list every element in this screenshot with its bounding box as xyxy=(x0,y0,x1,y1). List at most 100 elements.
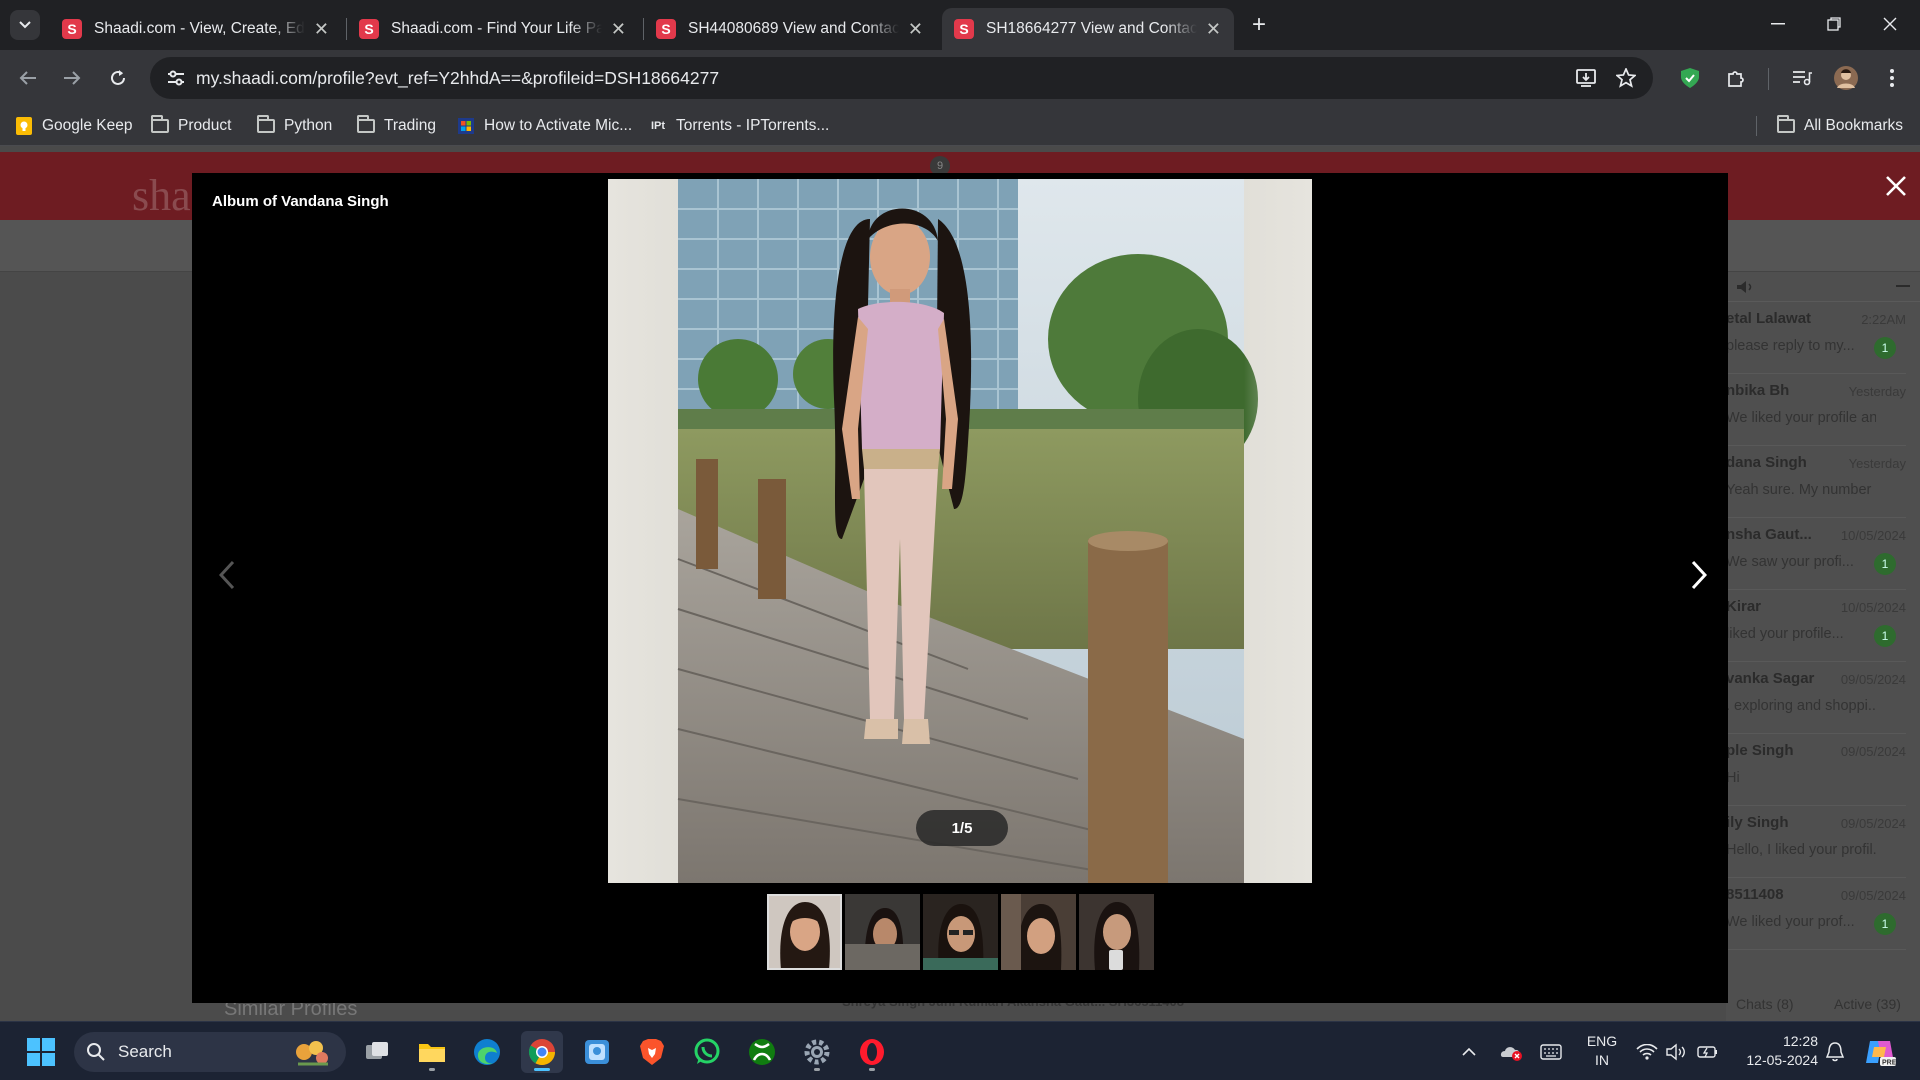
new-tab-button[interactable]: + xyxy=(1244,10,1274,40)
address-bar[interactable]: my.shaadi.com/profile?evt_ref=Y2hhdA==&p… xyxy=(150,57,1653,99)
next-photo-button[interactable] xyxy=(1684,555,1714,595)
speaker-icon[interactable] xyxy=(1736,280,1754,294)
settings-button[interactable] xyxy=(796,1031,838,1073)
bell-icon xyxy=(1826,1041,1844,1061)
chat-timestamp: 10/05/2024 xyxy=(1840,600,1906,615)
chat-list-item[interactable]: 8511408 09/05/2024 We liked your prof... 1 xyxy=(1726,878,1906,950)
bookmark-label: How to Activate Mic... xyxy=(484,117,633,134)
tab-2[interactable]: S SH44080689 View and Contact ✕ xyxy=(644,8,936,50)
back-button[interactable] xyxy=(12,62,44,94)
chat-list-item[interactable]: ple Singh 09/05/2024 Hi xyxy=(1726,734,1906,806)
all-bookmarks-button[interactable]: All Bookmarks xyxy=(1776,114,1903,138)
thumbnail-5[interactable] xyxy=(1079,894,1154,970)
shaadi-favicon-icon: S xyxy=(954,19,974,39)
tab-close-icon[interactable]: ✕ xyxy=(1205,19,1222,40)
edge-button[interactable] xyxy=(466,1031,508,1073)
clock-time: 12:28 xyxy=(1782,1033,1818,1049)
tab-search-button[interactable] xyxy=(10,10,40,40)
unread-badge: 1 xyxy=(1874,337,1896,359)
language-indicator[interactable]: ENG IN xyxy=(1582,1032,1622,1070)
shaadi-favicon-icon: S xyxy=(656,19,676,39)
tab-close-icon[interactable]: ✕ xyxy=(907,19,924,40)
tab-close-icon[interactable]: ✕ xyxy=(313,19,330,40)
install-app-icon[interactable] xyxy=(1570,62,1602,94)
chat-list-item[interactable]: vanka Sagar 09/05/2024 . exploring and sho… xyxy=(1726,662,1906,734)
chats-count-tab[interactable]: Chats (8) xyxy=(1736,996,1794,1012)
extensions-puzzle-icon[interactable] xyxy=(1720,62,1752,94)
chat-list-item[interactable]: nbika Bh Yesterday We liked your profile a… xyxy=(1726,374,1906,446)
bookmark-google-keep[interactable]: Google Keep xyxy=(14,114,133,138)
xbox-button[interactable] xyxy=(741,1031,783,1073)
file-explorer-button[interactable] xyxy=(411,1031,453,1073)
chat-list-item[interactable]: etal Lalawat 2:22AM please reply to my... 1 xyxy=(1726,302,1906,374)
previous-photo-button[interactable] xyxy=(212,555,242,595)
notifications-button[interactable] xyxy=(1826,1022,1844,1080)
tab-title: SH44080689 View and Contact xyxy=(688,20,899,37)
touch-keyboard-button[interactable] xyxy=(1540,1022,1562,1080)
network-status[interactable] xyxy=(1636,1022,1658,1080)
system-clock[interactable]: 12:28 12-05-2024 xyxy=(1734,1032,1818,1070)
photos-app-button[interactable] xyxy=(576,1031,618,1073)
chat-contact-name: nbika Bh xyxy=(1726,382,1790,399)
bookmark-folder-product[interactable]: Product xyxy=(150,114,231,138)
thumbnail-4[interactable] xyxy=(1001,894,1076,970)
clock-date: 12-05-2024 xyxy=(1746,1052,1818,1068)
adblock-shield-icon[interactable] xyxy=(1674,62,1706,94)
search-icon xyxy=(87,1043,105,1061)
taskbar-search-box[interactable]: Search xyxy=(74,1032,346,1072)
task-view-button[interactable] xyxy=(356,1031,398,1073)
chrome-button[interactable] xyxy=(521,1031,563,1073)
tab-1[interactable]: S Shaadi.com - Find Your Life Part ✕ xyxy=(347,8,639,50)
copilot-button[interactable]: PRE xyxy=(1864,1022,1896,1080)
album-title: Album of Vandana Singh xyxy=(212,193,389,210)
restore-button[interactable] xyxy=(1806,0,1862,48)
thumbnail-3[interactable] xyxy=(923,894,998,970)
chat-list-item[interactable]: Kirar 10/05/2024 liked your profile... 1 xyxy=(1726,590,1906,662)
bookmark-folder-trading[interactable]: Trading xyxy=(356,114,436,138)
thumbnail-1[interactable] xyxy=(767,894,842,970)
brave-button[interactable] xyxy=(631,1031,673,1073)
start-button[interactable] xyxy=(20,1031,62,1073)
opera-button[interactable] xyxy=(851,1031,893,1073)
whatsapp-button[interactable] xyxy=(686,1031,728,1073)
reload-button[interactable] xyxy=(102,62,134,94)
close-album-button[interactable] xyxy=(1880,170,1912,202)
folder-icon xyxy=(151,115,169,133)
volume-control[interactable] xyxy=(1666,1022,1688,1080)
windows-start-icon xyxy=(27,1038,55,1066)
google-keep-icon xyxy=(14,117,34,135)
chrome-icon xyxy=(528,1039,556,1066)
chat-list-item[interactable]: nsha Gaut... 10/05/2024 We saw your profi.… xyxy=(1726,518,1906,590)
tab-close-icon[interactable]: ✕ xyxy=(610,19,627,40)
site-info-icon[interactable] xyxy=(160,62,192,94)
tab-0[interactable]: S Shaadi.com - View, Create, Edit, ✕ xyxy=(50,8,342,50)
bookmark-activate-mic[interactable]: How to Activate Mic... xyxy=(456,114,632,138)
window-close-button[interactable] xyxy=(1862,0,1918,48)
battery-status[interactable] xyxy=(1697,1022,1719,1080)
bookmark-iptorrents[interactable]: IPt Torrents - IPTorrents... xyxy=(648,114,829,138)
profile-avatar[interactable] xyxy=(1830,62,1862,94)
minimize-button[interactable] xyxy=(1750,0,1806,48)
chat-message-preview: please reply to my... xyxy=(1726,338,1855,354)
bookmark-folder-python[interactable]: Python xyxy=(256,114,332,138)
chat-contact-name: Kirar xyxy=(1726,598,1762,615)
chat-list-item[interactable]: dana Singh Yesterday Yeah sure. My number … xyxy=(1726,446,1906,518)
bookmarks-divider xyxy=(1756,116,1757,136)
chevron-right-icon xyxy=(1691,560,1707,590)
folder-icon xyxy=(1777,115,1795,133)
minimize-chat-icon[interactable] xyxy=(1896,285,1910,287)
thumbnail-2[interactable] xyxy=(845,894,920,970)
chat-panel: etal Lalawat 2:22AM please reply to my... 1… xyxy=(1726,272,1920,1022)
forward-button[interactable] xyxy=(56,62,88,94)
onedrive-status[interactable] xyxy=(1500,1022,1524,1080)
url-text: my.shaadi.com/profile?evt_ref=Y2hhdA==&p… xyxy=(196,68,720,88)
media-controls-icon[interactable] xyxy=(1786,62,1818,94)
bookmark-star-icon[interactable] xyxy=(1610,62,1642,94)
tab-3-active[interactable]: S SH18664277 View and Contact ✕ xyxy=(942,8,1234,50)
all-bookmarks-label: All Bookmarks xyxy=(1804,117,1904,134)
show-hidden-icons-button[interactable] xyxy=(1462,1022,1476,1080)
tab-title: Shaadi.com - Find Your Life Part xyxy=(391,20,602,37)
chat-list-item[interactable]: ily Singh 09/05/2024 Hello, I liked your p… xyxy=(1726,806,1906,878)
active-count-tab[interactable]: Active (39) xyxy=(1834,996,1901,1012)
chrome-menu-icon[interactable] xyxy=(1876,62,1908,94)
